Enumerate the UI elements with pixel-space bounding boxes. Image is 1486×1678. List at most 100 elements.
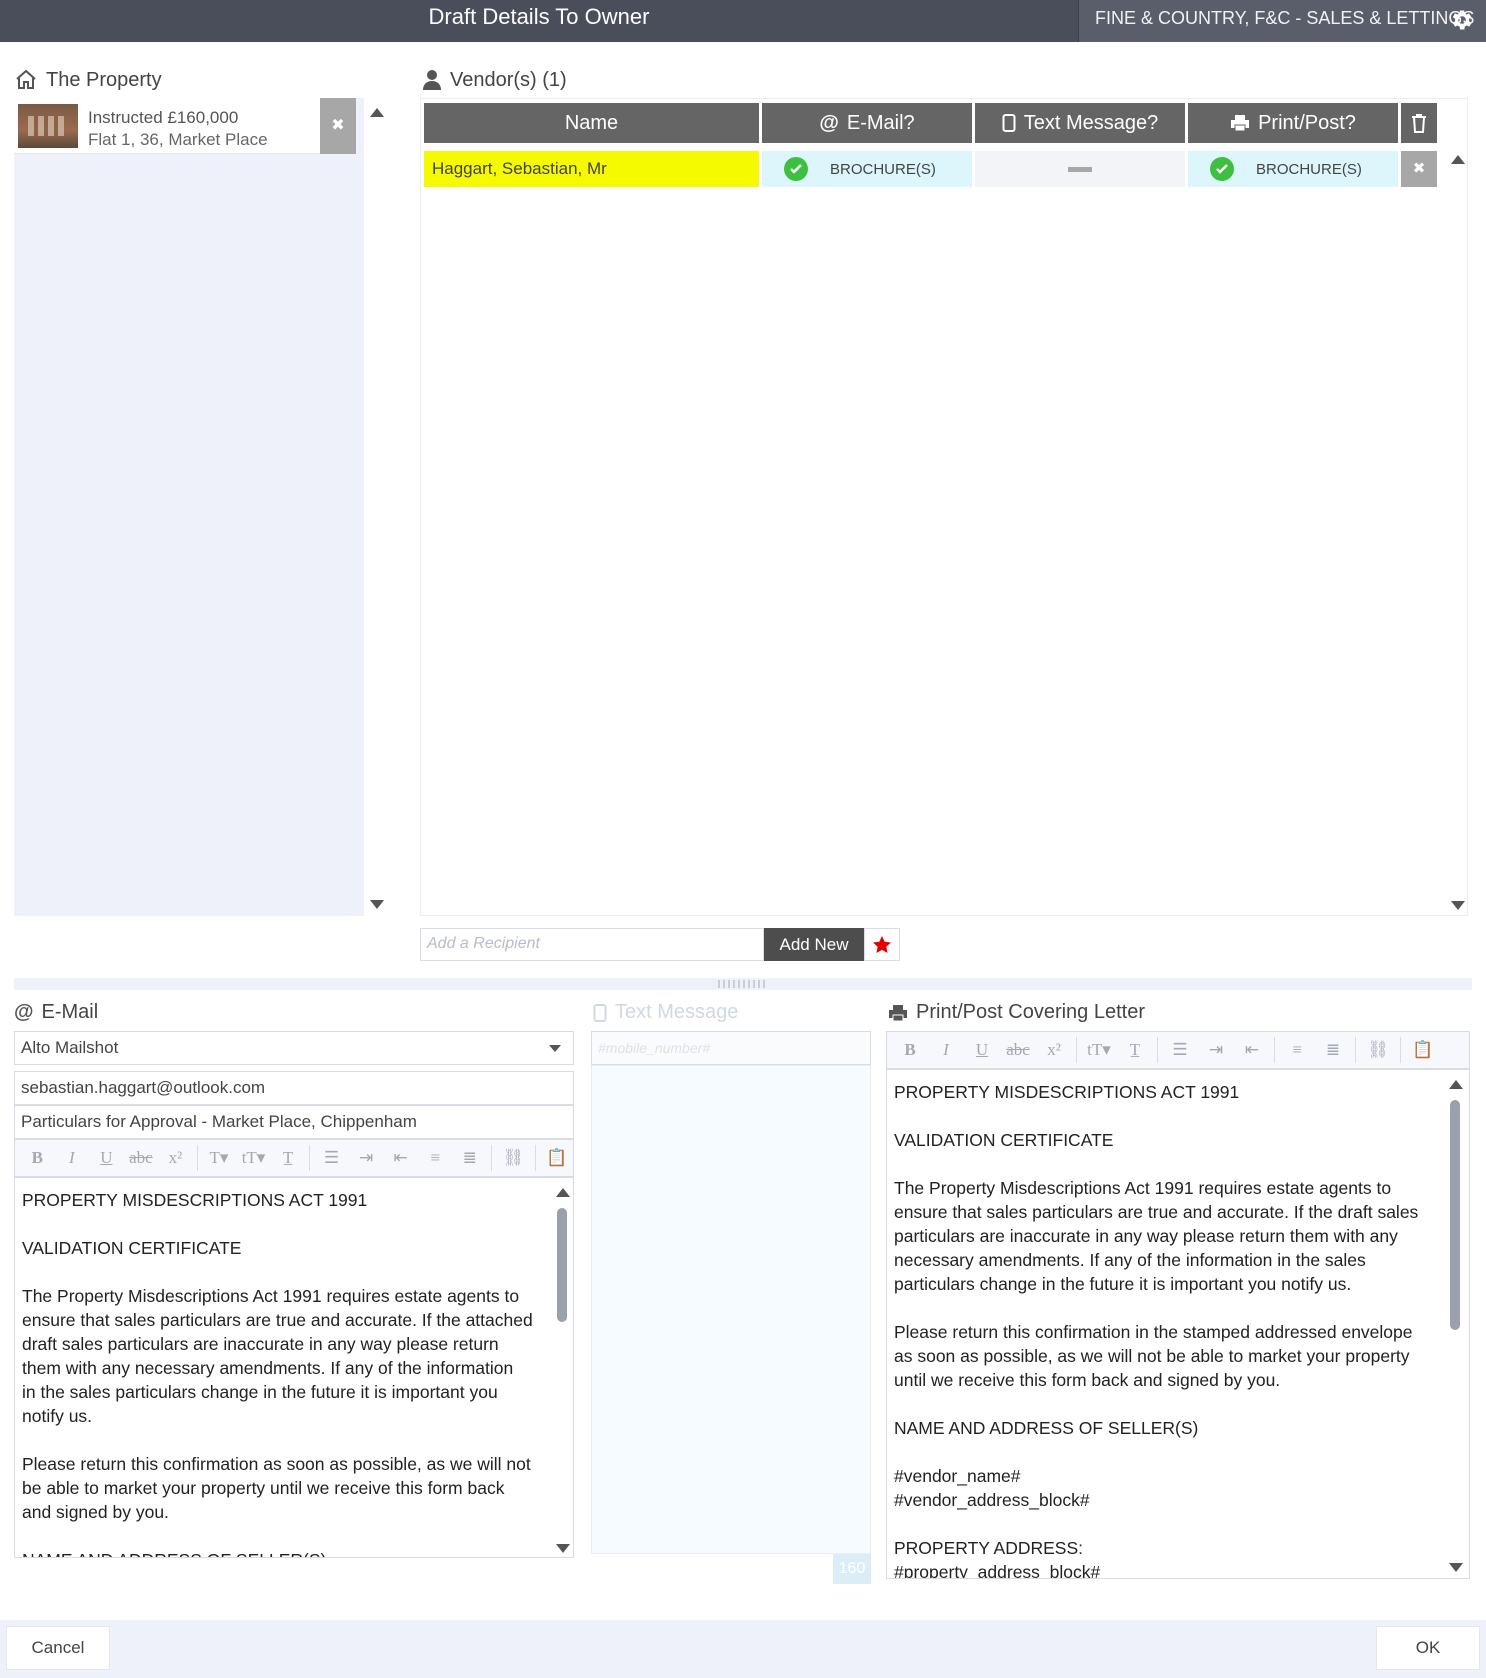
align-center-icon[interactable]: ≣ (1316, 1036, 1350, 1064)
at-icon: @ (819, 111, 839, 134)
superscript-icon[interactable]: x² (159, 1144, 192, 1172)
check-circle-icon (1210, 157, 1234, 181)
email-heading-label: E-Mail (41, 1001, 99, 1023)
font-size-icon[interactable]: tT▾ (237, 1144, 270, 1172)
outdent-icon[interactable]: ⇤ (1235, 1036, 1269, 1064)
clear-format-icon[interactable]: T̲ (1118, 1036, 1152, 1064)
add-recipient-placeholder: Add a Recipient (427, 935, 540, 952)
property-scroll-down[interactable] (370, 900, 384, 909)
letter-body-scrollbar[interactable] (1450, 1100, 1460, 1550)
column-print-label: Print/Post? (1258, 111, 1356, 134)
company-selector[interactable]: FINE & COUNTRY, F&C - SALES & LETTINGS (1078, 0, 1486, 42)
letter-body-editor[interactable]: PROPERTY MISDESCRIPTIONS ACT 1991 VALIDA… (886, 1069, 1470, 1579)
email-to-field[interactable]: sebastian.haggart@outlook.com (14, 1071, 574, 1105)
add-recipient-input[interactable]: Add a Recipient (420, 928, 764, 961)
email-body-editor[interactable]: PROPERTY MISDESCRIPTIONS ACT 1991 VALIDA… (14, 1177, 574, 1558)
text-message-heading: Text Message (593, 1001, 738, 1024)
vendor-print-option: BROCHURE(S) (1256, 160, 1362, 178)
clear-format-icon[interactable]: T̲ (272, 1144, 305, 1172)
indent-icon[interactable]: ⇥ (350, 1144, 383, 1172)
letter-heading: Print/Post Covering Letter (888, 1001, 1145, 1024)
text-message-body (591, 1065, 871, 1554)
delete-all-button[interactable] (1401, 103, 1437, 143)
bullet-list-icon[interactable]: ☰ (315, 1144, 348, 1172)
vendor-text-option (1068, 166, 1092, 172)
strikethrough-icon[interactable]: abc (125, 1144, 158, 1172)
bold-icon[interactable]: B (21, 1144, 54, 1172)
superscript-icon[interactable]: x² (1037, 1036, 1071, 1064)
property-row[interactable]: Instructed £160,000 Flat 1, 36, Market P… (14, 98, 356, 154)
font-icon[interactable]: T▾ (203, 1144, 236, 1172)
align-left-icon[interactable]: ≡ (419, 1144, 452, 1172)
column-print[interactable]: Print/Post? (1188, 103, 1398, 143)
letter-body-scroll-up[interactable] (1449, 1080, 1463, 1089)
title-bar: Draft Details To Owner FINE & COUNTRY, F… (0, 0, 1486, 42)
toolbar-divider (1076, 1037, 1077, 1063)
remove-vendor-button[interactable]: ✖ (1401, 151, 1437, 187)
underline-icon[interactable]: U (90, 1144, 123, 1172)
vendor-print-cell[interactable]: BROCHURE(S) (1188, 151, 1398, 187)
character-counter: 160 (833, 1554, 871, 1584)
add-new-button[interactable]: Add New (764, 928, 864, 961)
letter-body-scroll-thumb[interactable] (1450, 1100, 1460, 1330)
indent-icon[interactable]: ⇥ (1199, 1036, 1233, 1064)
italic-icon[interactable]: I (56, 1144, 89, 1172)
bullet-list-icon[interactable]: ☰ (1163, 1036, 1197, 1064)
link-icon[interactable]: ⛓ (497, 1144, 530, 1172)
vendor-name-cell[interactable]: Haggart, Sebastian, Mr (424, 151, 759, 187)
italic-icon[interactable]: I (929, 1036, 963, 1064)
bold-icon[interactable]: B (893, 1036, 927, 1064)
email-body-scrollbar[interactable] (557, 1208, 567, 1528)
mobile-icon (593, 1003, 607, 1022)
remove-property-button[interactable]: ✖ (320, 98, 356, 154)
outdent-icon[interactable]: ⇤ (384, 1144, 417, 1172)
column-email[interactable]: @ E-Mail? (762, 103, 972, 143)
favourite-button[interactable] (864, 928, 900, 961)
email-body-scroll-down[interactable] (556, 1544, 570, 1553)
gear-icon[interactable] (1448, 7, 1474, 33)
email-body-scroll-up[interactable] (556, 1188, 570, 1197)
column-text-label: Text Message? (1023, 111, 1159, 134)
paste-icon[interactable]: 📋 (1406, 1036, 1440, 1064)
align-center-icon[interactable]: ≣ (453, 1144, 486, 1172)
property-address: Flat 1, 36, Market Place (88, 130, 268, 149)
email-subject-value: Particulars for Approval - Market Place,… (21, 1112, 417, 1131)
email-template-value: Alto Mailshot (21, 1038, 119, 1057)
at-icon: @ (14, 1001, 34, 1023)
font-size-icon[interactable]: tT▾ (1082, 1036, 1116, 1064)
property-thumbnail (18, 104, 78, 148)
column-email-label: E-Mail? (846, 111, 915, 134)
email-template-select[interactable]: Alto Mailshot (14, 1031, 574, 1065)
vendors-scroll-down[interactable] (1451, 901, 1465, 910)
user-icon (423, 70, 441, 90)
letter-editor-toolbar: B I U abc x² tT▾ T̲ ☰ ⇥ ⇤ ≡ ≣ ⛓ 📋 (886, 1031, 1470, 1069)
strikethrough-icon[interactable]: abc (1001, 1036, 1035, 1064)
email-editor-toolbar: B I U abc x² T▾ tT▾ T̲ ☰ ⇥ ⇤ ≡ ≣ ⛓ 📋 (14, 1139, 574, 1177)
link-icon[interactable]: ⛓ (1361, 1036, 1395, 1064)
email-heading: @ E-Mail (14, 1001, 98, 1024)
cancel-button[interactable]: Cancel (6, 1626, 110, 1670)
align-left-icon[interactable]: ≡ (1280, 1036, 1314, 1064)
letter-body-scroll-down[interactable] (1449, 1563, 1463, 1572)
letter-body-text: PROPERTY MISDESCRIPTIONS ACT 1991 VALIDA… (894, 1082, 1419, 1579)
property-scroll-up[interactable] (370, 108, 384, 117)
email-body-text: PROPERTY MISDESCRIPTIONS ACT 1991 VALIDA… (22, 1190, 533, 1557)
ok-button[interactable]: OK (1376, 1626, 1480, 1670)
dialog-footer (0, 1620, 1486, 1678)
email-body-scroll-thumb[interactable] (557, 1208, 567, 1322)
paste-icon[interactable]: 📋 (540, 1144, 573, 1172)
vendors-heading: Vendor(s) (1) (422, 68, 567, 92)
vendor-text-cell[interactable] (975, 151, 1185, 187)
column-name[interactable]: Name (424, 103, 759, 143)
star-icon (873, 935, 891, 953)
underline-icon[interactable]: U (965, 1036, 999, 1064)
toolbar-divider (196, 1145, 198, 1171)
vendor-email-cell[interactable]: BROCHURE(S) (762, 151, 972, 187)
property-list: Instructed £160,000 Flat 1, 36, Market P… (14, 98, 364, 916)
splitter-grip[interactable] (718, 980, 766, 988)
column-text[interactable]: Text Message? (975, 103, 1185, 143)
email-subject-field[interactable]: Particulars for Approval - Market Place,… (14, 1105, 574, 1139)
toolbar-divider (1274, 1037, 1275, 1063)
vendors-scroll-up[interactable] (1451, 155, 1465, 164)
close-icon: ✖ (331, 117, 345, 134)
